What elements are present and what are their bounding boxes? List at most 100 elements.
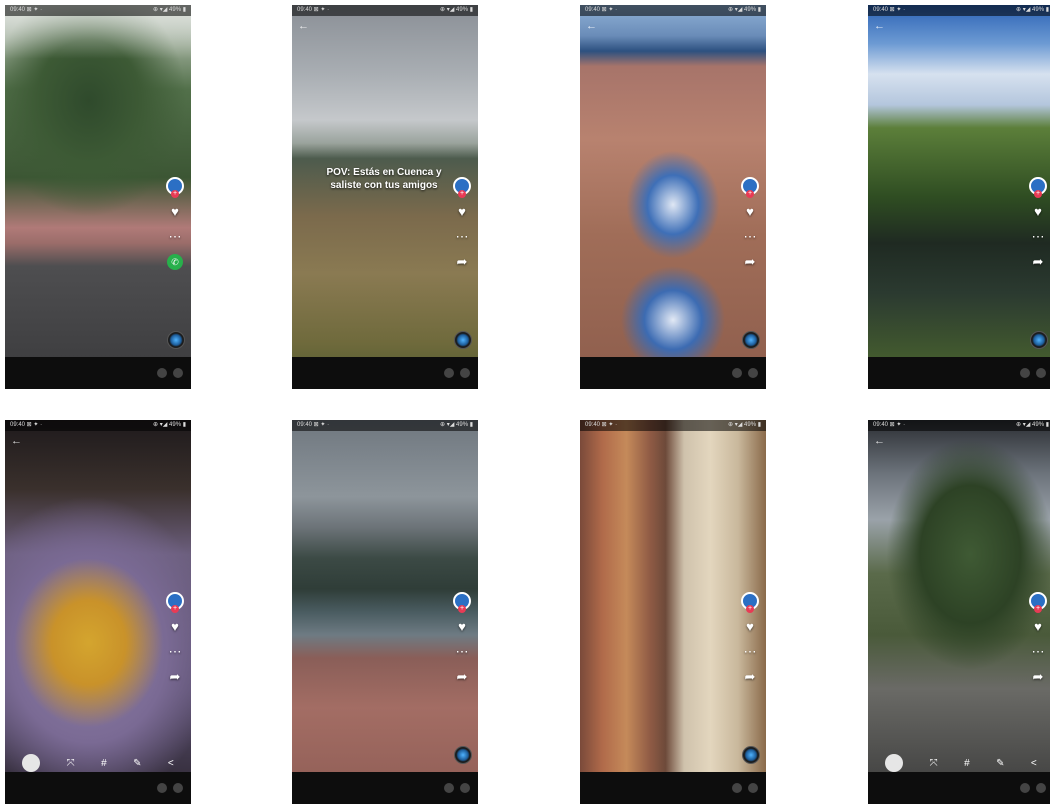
video-frame-cathedral <box>580 5 766 389</box>
share-icon[interactable]: ➦ <box>167 669 183 685</box>
video-card-4[interactable]: 09:40 ⊠ ✦ · ⊕ ▾◢ 49% ▮ ← + ♥ ⋯ ➦ <box>868 5 1050 389</box>
video-card-8[interactable]: 09:40 ⊠ ✦ · ⊕ ▾◢ 49% ▮ ← + ♥ ⋯ ➦ ⤧ # ✎ < <box>868 420 1050 804</box>
status-time: 09:40 ⊠ ✦ · <box>10 7 43 13</box>
video-card-2[interactable]: 09:40 ⊠ ✦ · ⊕ ▾◢ 49% ▮ ← POV: Estás en C… <box>292 5 478 389</box>
comment-icon[interactable]: ⋯ <box>1030 229 1046 245</box>
back-arrow-icon[interactable]: ← <box>11 436 22 447</box>
emoji-icon[interactable] <box>748 783 758 793</box>
emoji-icon[interactable] <box>1036 368 1046 378</box>
share-icon[interactable]: ➦ <box>454 254 470 270</box>
video-card-1[interactable]: 09:40 ⊠ ✦ · ⊕ ▾◢ 49% ▮ + ♥ ⋯ ✆ <box>5 5 191 389</box>
status-bar: 09:40 ⊠ ✦ · ⊕ ▾◢ 49% ▮ <box>292 420 478 431</box>
back-arrow-icon[interactable]: ← <box>586 21 597 32</box>
creator-avatar[interactable]: + <box>741 592 759 613</box>
share-icon[interactable]: ➦ <box>454 669 470 685</box>
video-frame-art-gallery <box>580 420 766 804</box>
like-icon[interactable]: ♥ <box>742 204 758 220</box>
music-disc-icon[interactable] <box>742 331 760 349</box>
follow-plus-icon[interactable]: + <box>458 605 466 613</box>
creator-avatar[interactable]: + <box>166 592 184 613</box>
like-icon[interactable]: ♥ <box>454 204 470 220</box>
expand-icon[interactable]: ⤧ <box>930 758 938 769</box>
share-arrow-icon[interactable]: < <box>1031 758 1037 769</box>
pen-icon[interactable]: ✎ <box>133 758 141 769</box>
share-icon[interactable]: ➦ <box>742 669 758 685</box>
creator-avatar[interactable]: + <box>166 177 184 198</box>
profile-dot-icon[interactable] <box>885 754 904 772</box>
comment-bar <box>868 772 1050 804</box>
emoji-icon[interactable] <box>173 368 183 378</box>
back-arrow-icon[interactable]: ← <box>874 436 885 447</box>
comment-icon[interactable]: ⋯ <box>742 229 758 245</box>
emoji-icon[interactable] <box>460 368 470 378</box>
share-arrow-icon[interactable]: < <box>168 758 174 769</box>
mention-icon[interactable] <box>444 368 454 378</box>
like-icon[interactable]: ♥ <box>167 204 183 220</box>
share-icon[interactable]: ➦ <box>742 254 758 270</box>
action-rail: + ♥ ⋯ ✆ <box>165 177 185 270</box>
whatsapp-share-icon[interactable]: ✆ <box>167 254 183 270</box>
mention-icon[interactable] <box>732 368 742 378</box>
back-arrow-icon[interactable]: ← <box>298 21 309 32</box>
music-disc-icon[interactable] <box>167 331 185 349</box>
follow-plus-icon[interactable]: + <box>171 605 179 613</box>
creator-avatar[interactable]: + <box>453 177 471 198</box>
hashtag-icon[interactable]: # <box>964 758 970 769</box>
comment-icon[interactable]: ⋯ <box>1030 644 1046 660</box>
mention-icon[interactable] <box>1020 368 1030 378</box>
video-card-7[interactable]: 09:40 ⊠ ✦ · ⊕ ▾◢ 49% ▮ + ♥ ⋯ ➦ <box>580 420 766 804</box>
creator-avatar[interactable]: + <box>1029 592 1047 613</box>
back-arrow-icon[interactable]: ← <box>874 21 885 32</box>
video-card-6[interactable]: 09:40 ⊠ ✦ · ⊕ ▾◢ 49% ▮ + ♥ ⋯ ➦ <box>292 420 478 804</box>
like-icon[interactable]: ♥ <box>742 619 758 635</box>
like-icon[interactable]: ♥ <box>167 619 183 635</box>
expand-icon[interactable]: ⤧ <box>67 758 75 769</box>
profile-dot-icon[interactable] <box>22 754 41 772</box>
share-icon[interactable]: ➦ <box>1030 254 1046 270</box>
mention-icon[interactable] <box>157 368 167 378</box>
status-battery: ⊕ ▾◢ 49% ▮ <box>728 422 761 428</box>
music-disc-icon[interactable] <box>742 746 760 764</box>
action-rail: + ♥ ⋯ ➦ <box>452 177 472 270</box>
follow-plus-icon[interactable]: + <box>746 605 754 613</box>
comment-bar <box>868 357 1050 389</box>
creator-avatar[interactable]: + <box>741 177 759 198</box>
mention-icon[interactable] <box>444 783 454 793</box>
follow-plus-icon[interactable]: + <box>1034 190 1042 198</box>
music-disc-icon[interactable] <box>454 331 472 349</box>
video-frame-lake-pier <box>292 420 478 804</box>
follow-plus-icon[interactable]: + <box>171 190 179 198</box>
comment-icon[interactable]: ⋯ <box>454 644 470 660</box>
mention-icon[interactable] <box>732 783 742 793</box>
video-card-3[interactable]: 09:40 ⊠ ✦ · ⊕ ▾◢ 49% ▮ ← + ♥ ⋯ ➦ <box>580 5 766 389</box>
comment-bar <box>580 772 766 804</box>
music-disc-icon[interactable] <box>1030 331 1048 349</box>
video-card-5[interactable]: 09:40 ⊠ ✦ · ⊕ ▾◢ 49% ▮ ← + ♥ ⋯ ➦ ⤧ # ✎ < <box>5 420 191 804</box>
like-icon[interactable]: ♥ <box>1030 204 1046 220</box>
mention-icon[interactable] <box>1020 783 1030 793</box>
follow-plus-icon[interactable]: + <box>746 190 754 198</box>
status-time: 09:40 ⊠ ✦ · <box>297 422 330 428</box>
status-time: 09:40 ⊠ ✦ · <box>873 7 906 13</box>
emoji-icon[interactable] <box>748 368 758 378</box>
comment-icon[interactable]: ⋯ <box>742 644 758 660</box>
emoji-icon[interactable] <box>173 783 183 793</box>
creator-avatar[interactable]: + <box>453 592 471 613</box>
pen-icon[interactable]: ✎ <box>996 758 1004 769</box>
emoji-icon[interactable] <box>460 783 470 793</box>
comment-icon[interactable]: ⋯ <box>167 229 183 245</box>
action-rail: + ♥ ⋯ ➦ <box>1028 592 1048 685</box>
hashtag-icon[interactable]: # <box>101 758 107 769</box>
like-icon[interactable]: ♥ <box>1030 619 1046 635</box>
status-battery: ⊕ ▾◢ 49% ▮ <box>1016 422 1049 428</box>
creator-avatar[interactable]: + <box>1029 177 1047 198</box>
mention-icon[interactable] <box>157 783 167 793</box>
share-icon[interactable]: ➦ <box>1030 669 1046 685</box>
music-disc-icon[interactable] <box>454 746 472 764</box>
emoji-icon[interactable] <box>1036 783 1046 793</box>
like-icon[interactable]: ♥ <box>454 619 470 635</box>
follow-plus-icon[interactable]: + <box>1034 605 1042 613</box>
follow-plus-icon[interactable]: + <box>458 190 466 198</box>
comment-icon[interactable]: ⋯ <box>454 229 470 245</box>
comment-icon[interactable]: ⋯ <box>167 644 183 660</box>
